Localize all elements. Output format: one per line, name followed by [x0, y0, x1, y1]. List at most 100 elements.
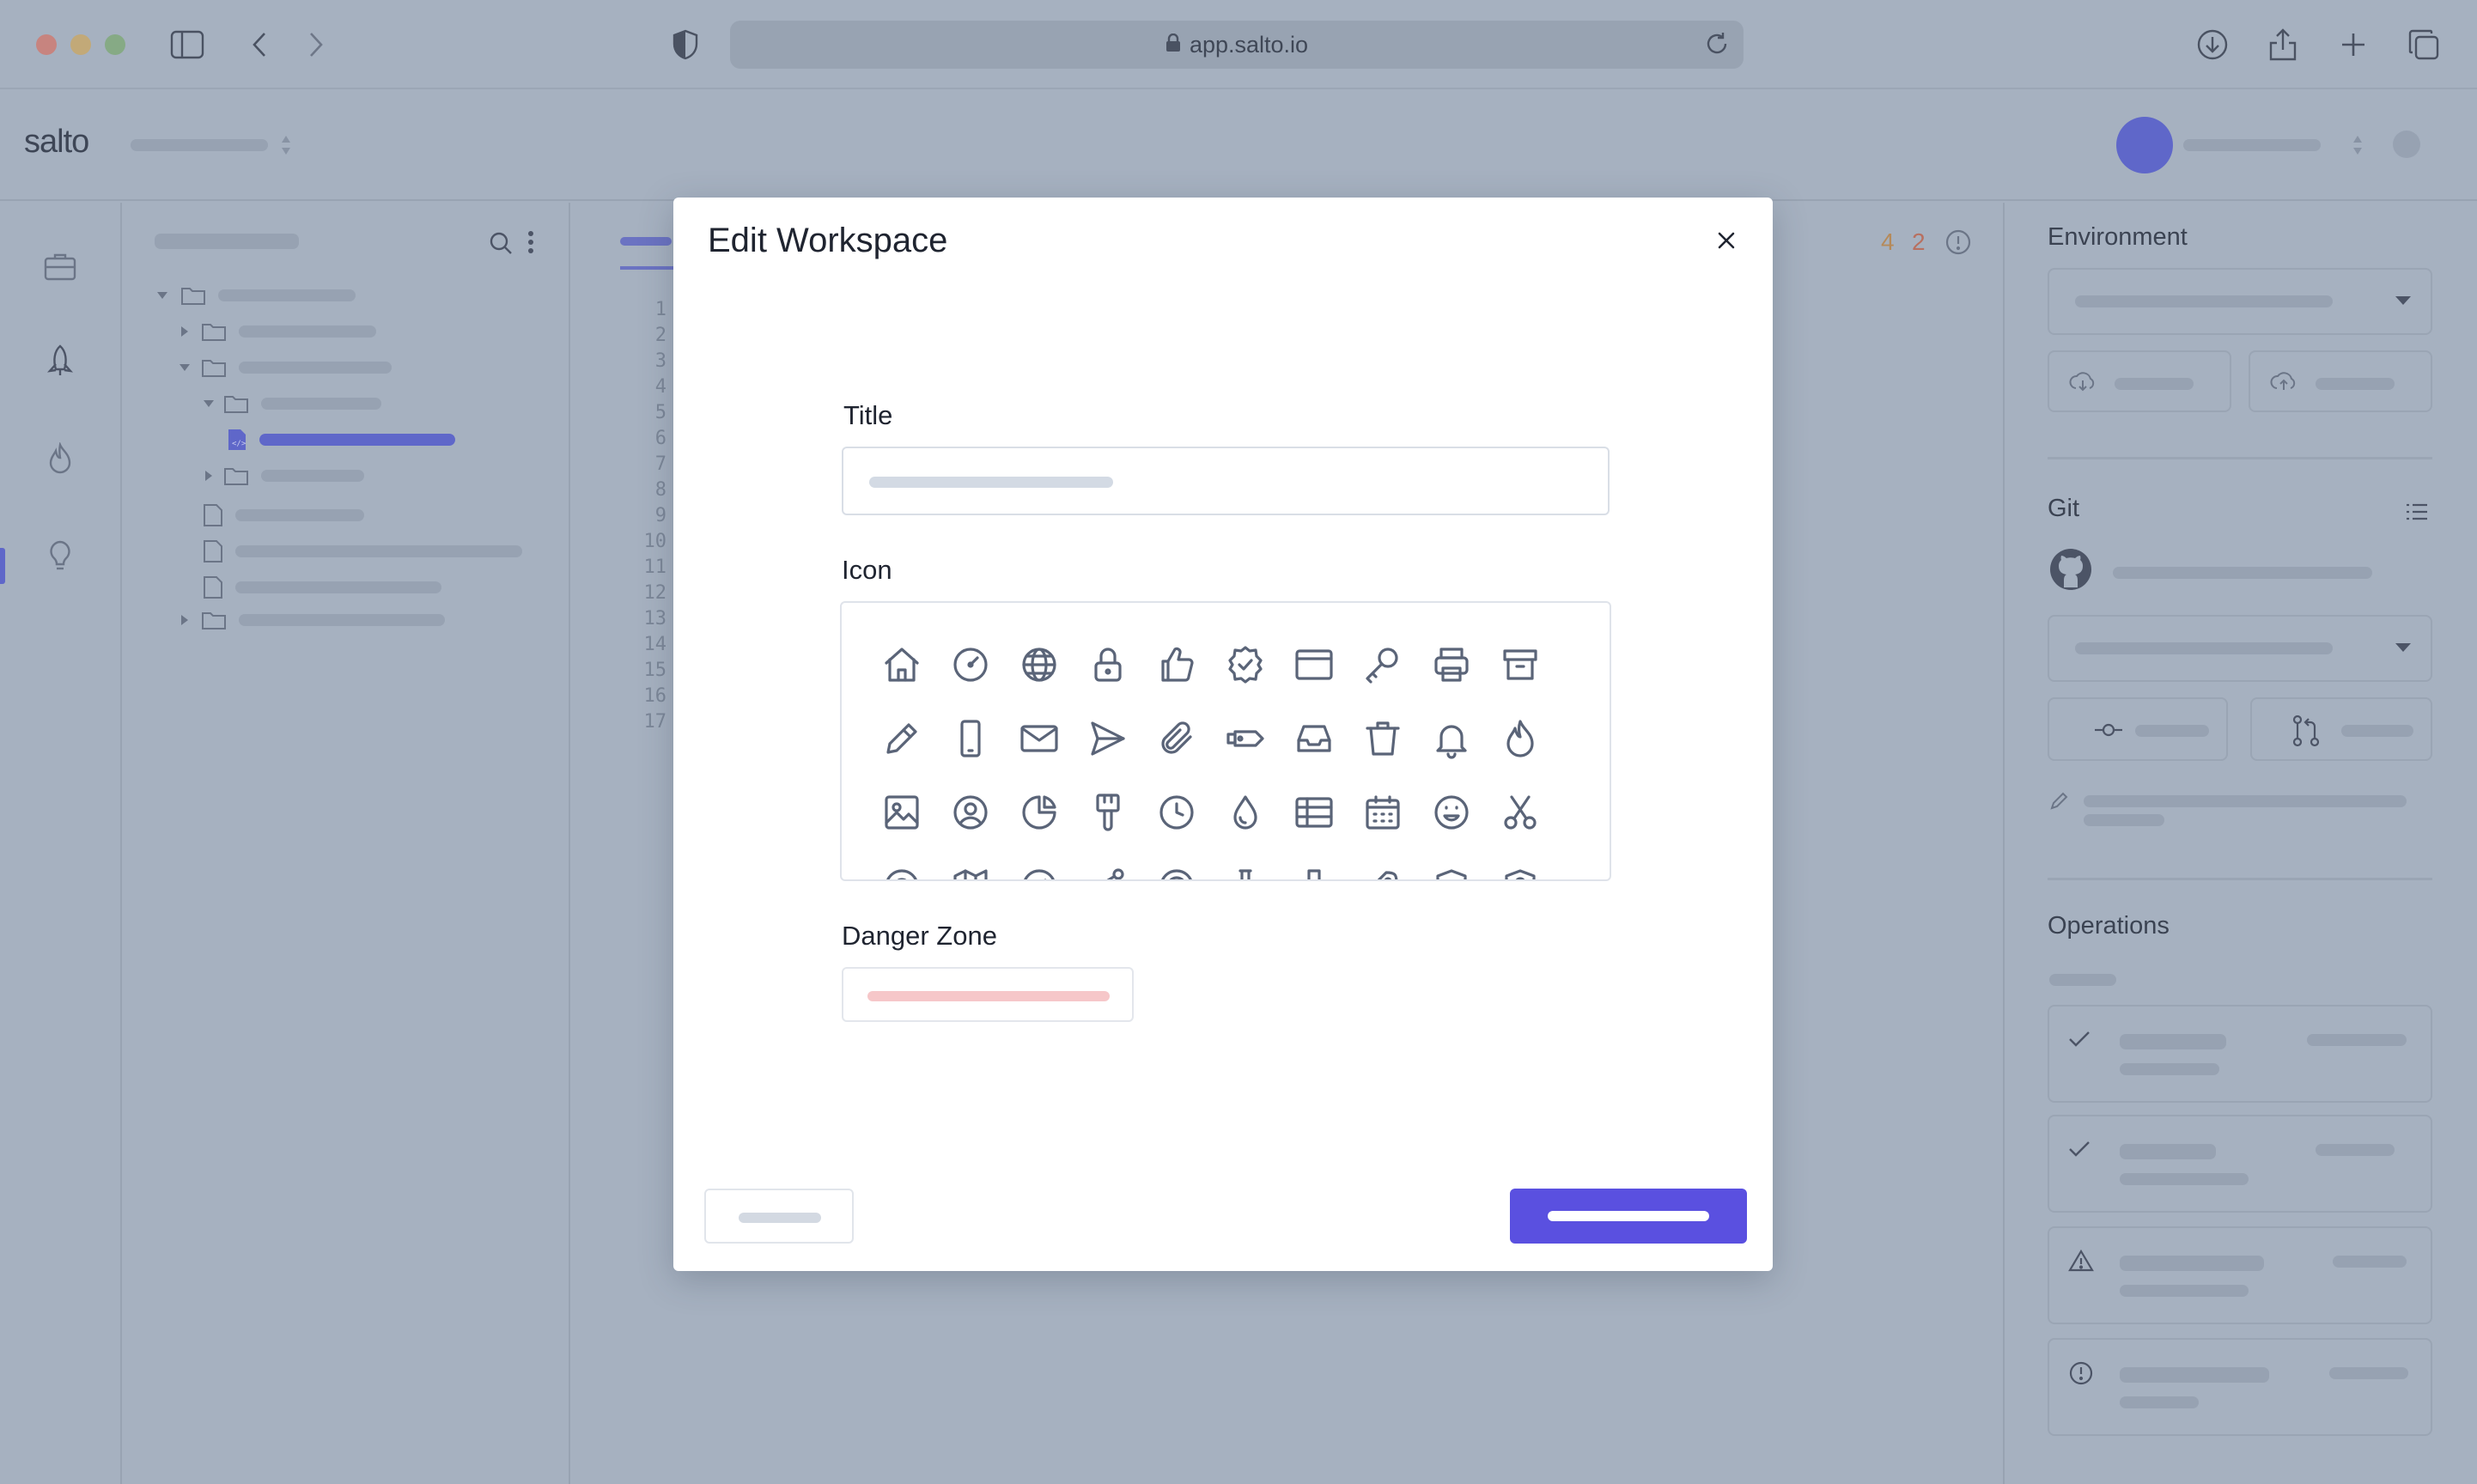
more-options-icon[interactable] [527, 230, 534, 258]
environment-select[interactable] [2048, 268, 2432, 335]
tree-file-row[interactable] [203, 539, 522, 563]
deploy-button[interactable] [2249, 350, 2432, 412]
user-avatar[interactable] [2116, 117, 2173, 173]
calendar-icon[interactable] [1348, 785, 1417, 859]
user-lock-icon[interactable] [1486, 859, 1555, 879]
lock-icon[interactable] [1074, 637, 1142, 711]
badge-check-icon[interactable] [1211, 637, 1280, 711]
tree-folder-row[interactable] [156, 285, 356, 306]
table-icon[interactable] [1280, 785, 1348, 859]
delete-workspace-button[interactable] [842, 967, 1134, 1022]
badge-check-icon-glyph [1228, 646, 1263, 684]
close-icon[interactable] [1713, 227, 1740, 254]
tree-file-row[interactable] [203, 575, 441, 599]
paperclip-icon[interactable] [1142, 711, 1211, 785]
globe-icon[interactable] [1005, 637, 1074, 711]
back-icon[interactable] [240, 26, 278, 64]
error-count[interactable]: 4 [1881, 228, 1895, 256]
pie-chart-icon[interactable] [1005, 785, 1074, 859]
share-icon[interactable] [2264, 26, 2302, 64]
operation-item[interactable] [2048, 1005, 2432, 1103]
left-navigation [0, 203, 122, 1484]
paint-brush-icon[interactable] [1074, 785, 1142, 859]
cancel-button[interactable] [704, 1189, 854, 1244]
window-minimize-dot[interactable] [70, 34, 91, 55]
secondary-avatar[interactable] [2393, 131, 2420, 158]
address-bar[interactable]: app.salto.io [730, 21, 1744, 69]
briefcase-icon[interactable] [41, 247, 79, 285]
user-menu-arrows-icon[interactable] [2352, 134, 2364, 161]
window-zoom-dot[interactable] [105, 34, 125, 55]
home-icon[interactable] [867, 637, 936, 711]
trash-icon[interactable] [1348, 711, 1417, 785]
life-buoy-icon[interactable] [867, 859, 936, 879]
title-input[interactable] [843, 448, 1608, 514]
flask-icon[interactable] [1211, 859, 1280, 879]
tag-icon[interactable] [1211, 711, 1280, 785]
tree-folder-row[interactable] [203, 465, 364, 486]
pull-request-button[interactable] [2250, 697, 2432, 761]
selector-arrows-icon[interactable] [280, 134, 292, 161]
pencil-icon[interactable] [867, 711, 936, 785]
new-tab-icon[interactable] [2334, 26, 2372, 64]
operations-heading: Operations [2048, 912, 2170, 940]
send-icon[interactable] [1074, 711, 1142, 785]
rocket-nav-icon[interactable] [41, 342, 79, 380]
browser-window-icon[interactable] [1280, 637, 1348, 711]
warning-count[interactable]: 2 [1912, 228, 1926, 256]
bell-icon[interactable] [1417, 711, 1486, 785]
list-icon[interactable] [2405, 502, 2429, 526]
tree-folder-row[interactable] [179, 357, 392, 378]
branch-select[interactable] [2048, 615, 2432, 682]
reload-icon[interactable] [1704, 31, 1730, 63]
printer-icon[interactable] [1417, 637, 1486, 711]
dashboard-gauge-icon[interactable] [936, 637, 1005, 711]
operation-item[interactable] [2048, 1115, 2432, 1213]
water-drop-icon[interactable] [1211, 785, 1280, 859]
tree-file-row-selected[interactable]: </> [227, 428, 455, 452]
share-nodes-icon[interactable] [1074, 859, 1142, 879]
fire-icon[interactable] [1486, 711, 1555, 785]
rocket-icon[interactable] [1348, 859, 1417, 879]
tree-folder-row[interactable] [179, 321, 376, 342]
workspace-selector-placeholder[interactable] [131, 139, 268, 151]
map-icon[interactable] [936, 859, 1005, 879]
title-input-wrapper[interactable] [842, 447, 1610, 515]
image-icon[interactable] [867, 785, 936, 859]
operation-item[interactable] [2048, 1338, 2432, 1436]
archive-icon[interactable] [1486, 637, 1555, 711]
edit-pencil-icon[interactable] [2049, 792, 2068, 815]
search-icon[interactable] [488, 230, 514, 260]
privacy-shield-icon[interactable] [666, 26, 704, 64]
key-icon[interactable] [1348, 637, 1417, 711]
tree-folder-row[interactable] [203, 393, 381, 414]
window-close-dot[interactable] [36, 34, 57, 55]
sidebar-toggle-icon[interactable] [168, 26, 206, 64]
user-circle-icon[interactable] [936, 785, 1005, 859]
smiley-icon[interactable] [1417, 785, 1486, 859]
editor-tab[interactable] [620, 237, 672, 246]
mobile-device-icon[interactable] [936, 711, 1005, 785]
commit-button[interactable] [2048, 697, 2228, 761]
scissors-icon[interactable] [1486, 785, 1555, 859]
fetch-button[interactable] [2048, 350, 2231, 412]
operation-item[interactable] [2048, 1226, 2432, 1324]
envelope-icon[interactable] [1005, 711, 1074, 785]
thumbs-up-icon[interactable] [1142, 637, 1211, 711]
inbox-icon[interactable] [1280, 711, 1348, 785]
save-button[interactable] [1510, 1189, 1747, 1244]
info-circle-icon[interactable] [1944, 228, 1972, 260]
download-icon[interactable] [2194, 26, 2231, 64]
forward-icon[interactable] [297, 26, 335, 64]
icon-picker[interactable] [840, 601, 1611, 881]
tab-overview-icon[interactable] [2405, 26, 2443, 64]
target-icon[interactable] [1142, 859, 1211, 879]
clock-icon[interactable] [1142, 785, 1211, 859]
fire-nav-icon[interactable] [41, 440, 79, 477]
shield-icon[interactable] [1417, 859, 1486, 879]
tree-file-row[interactable] [203, 503, 364, 527]
lightbulb-nav-icon[interactable] [41, 538, 79, 575]
pin-icon[interactable] [1280, 859, 1348, 879]
tree-folder-row[interactable] [179, 610, 445, 630]
compass-icon[interactable] [1005, 859, 1074, 879]
